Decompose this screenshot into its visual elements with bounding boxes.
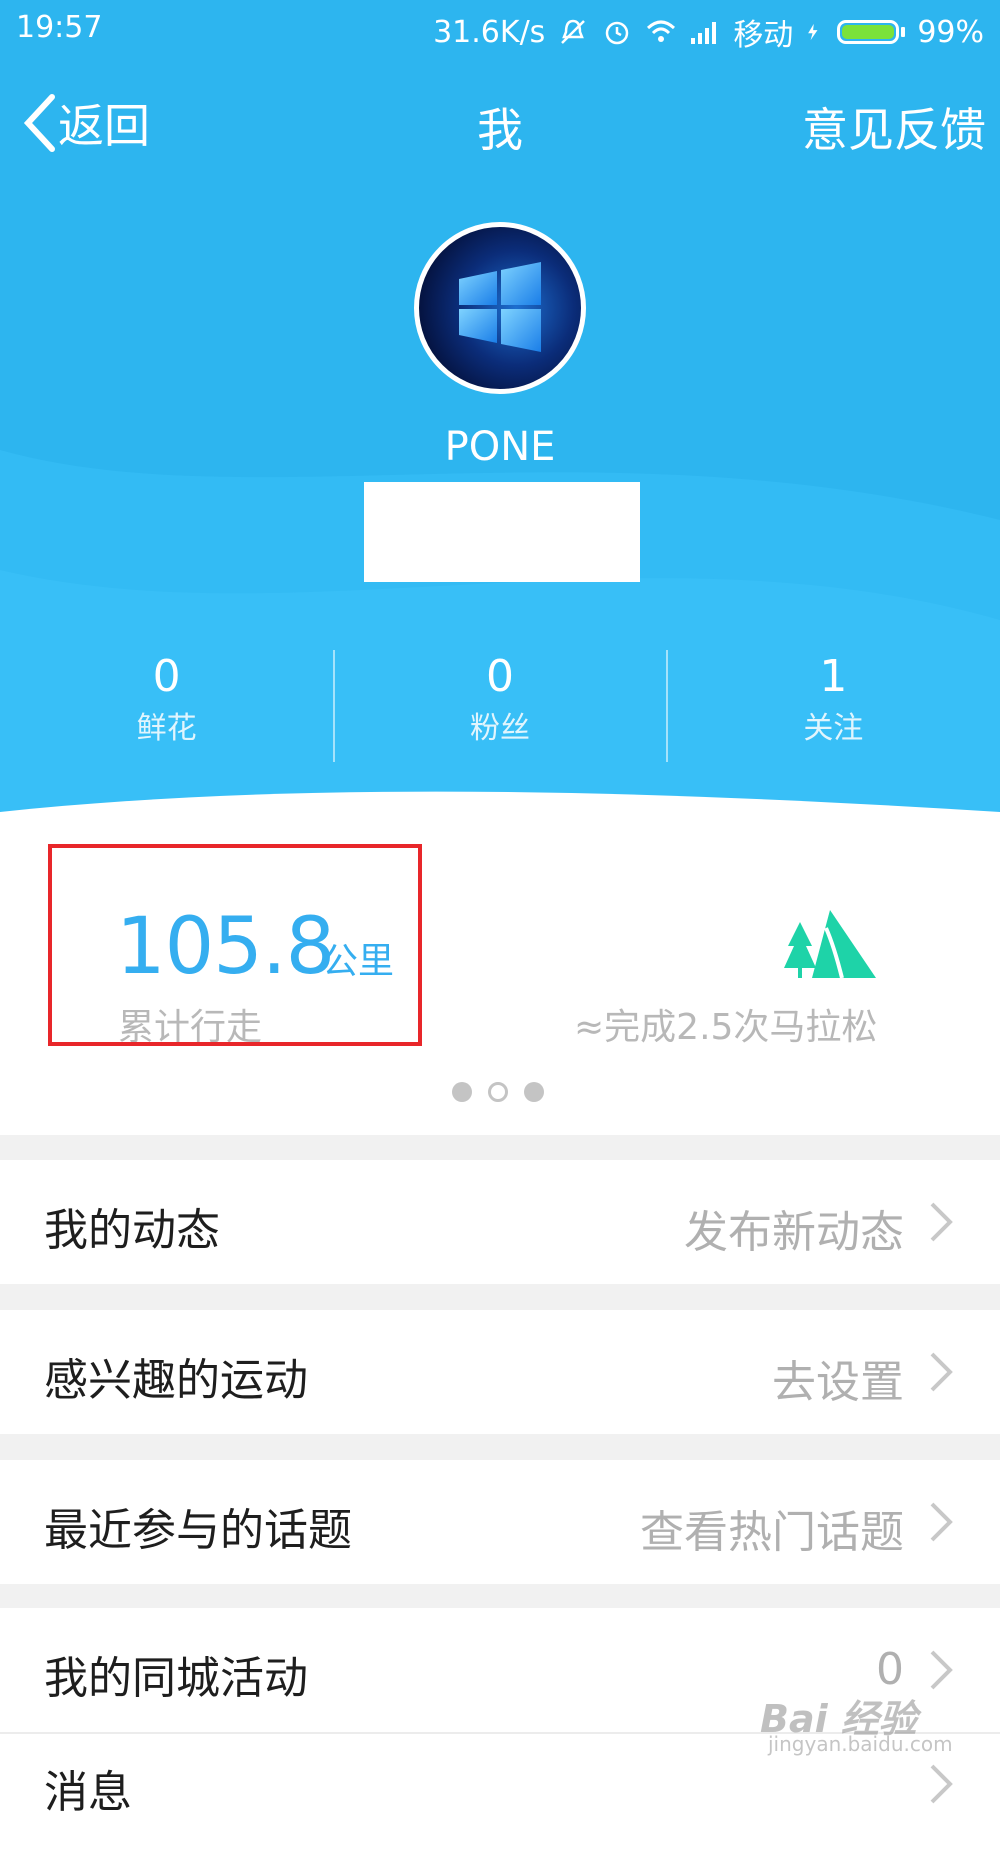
wifi-icon [647,20,676,42]
signal-icon [691,22,717,44]
stat-divider [333,650,335,762]
nav-bar: 返回 我 意见反馈 [0,80,1000,170]
menu-item-title: 我的动态 [44,1205,220,1256]
menu-item-recent-topics[interactable]: 最近参与的话题 查看热门话题 [0,1460,1000,1584]
menu-item-title: 感兴趣的运动 [44,1355,308,1406]
stat-flowers[interactable]: 0 鲜花 [0,650,333,762]
stats-bar: 0 鲜花 0 粉丝 1 关注 [0,650,1000,762]
highlight-annotation-box [48,844,422,1046]
charging-icon [808,23,818,41]
menu-item-action: 去设置 [772,1357,904,1408]
battery-percent: 99% [917,14,984,50]
windows-logo-icon [459,262,541,352]
stat-label: 粉丝 [469,711,530,746]
mountain-icon [784,910,876,978]
redacted-info-block [364,482,640,582]
alarm-icon [606,21,629,45]
menu-item-action: 发布新动态 [684,1207,904,1258]
menu-item-interested-sports[interactable]: 感兴趣的运动 去设置 [0,1310,1000,1434]
page-dot[interactable] [524,1082,544,1102]
page-dot-active[interactable] [488,1082,508,1102]
stat-divider [666,650,668,762]
stat-label: 关注 [803,711,864,746]
menu-item-action: 查看热门话题 [640,1507,904,1558]
stat-label: 鲜花 [136,711,197,746]
menu-item-my-posts[interactable]: 我的动态 发布新动态 [0,1160,1000,1284]
feedback-button[interactable]: 意见反馈 [802,94,986,160]
stat-fans[interactable]: 0 粉丝 [333,650,666,762]
stat-value: 1 [819,651,848,702]
status-bar: 19:57 31.6K/s 移动 99% [0,0,1000,56]
page-dot[interactable] [452,1082,472,1102]
chevron-right-icon [930,1202,953,1242]
chevron-right-icon [930,1352,953,1392]
stat-following[interactable]: 1 关注 [667,650,1000,762]
mute-icon [561,19,586,44]
stat-value: 0 [152,651,181,702]
chevron-right-icon [930,1764,953,1804]
stat-value: 0 [485,651,514,702]
status-time: 19:57 [16,10,103,45]
marathon-equivalent: ≈完成2.5次马拉松 [574,1007,878,1048]
battery-icon [837,20,906,44]
username: PONE [444,424,556,470]
page-indicator [452,1082,544,1102]
carrier-name: 移动 [733,18,794,53]
watermark-url: jingyan.baidu.com [768,1732,953,1756]
avatar[interactable] [414,222,586,394]
network-speed: 31.6K/s [433,14,546,50]
menu-item-title: 最近参与的话题 [44,1505,352,1556]
chevron-right-icon [930,1650,953,1690]
menu-item-title: 我的同城活动 [44,1653,308,1704]
menu-item-title: 消息 [44,1767,132,1818]
chevron-right-icon [930,1502,953,1542]
distance-card[interactable]: 105.8 公里 累计行走 ≈完成2.5次马拉松 [0,820,1000,1135]
